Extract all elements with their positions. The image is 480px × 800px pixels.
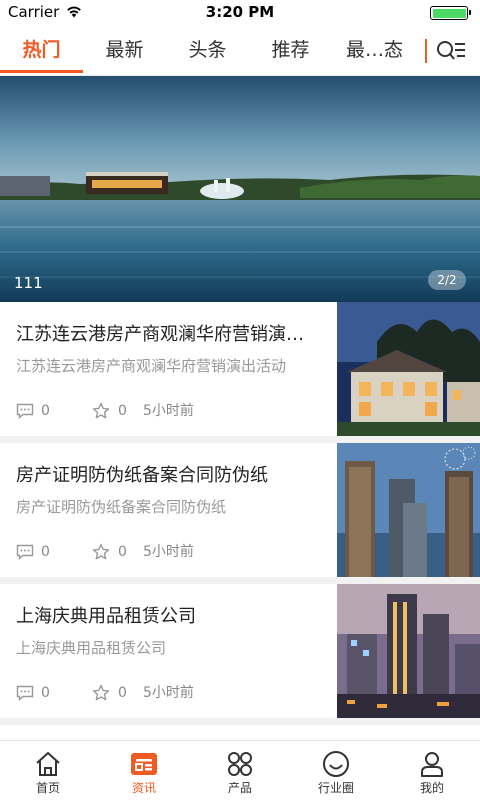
tab-divider xyxy=(425,39,427,63)
banner-caption: 111 xyxy=(14,274,43,292)
news-summary: 上海庆典用品租赁公司 xyxy=(16,639,167,657)
news-item[interactable]: 上海庆典用品租赁公司 上海庆典用品租赁公司 0 0 5小时前 xyxy=(0,584,480,718)
list-separator xyxy=(0,436,480,443)
tab-latest-news[interactable]: 最…态 xyxy=(332,26,417,76)
star-icon[interactable] xyxy=(92,402,110,420)
news-summary: 房产证明防伪纸备案合同防伪纸 xyxy=(16,498,227,516)
news-item[interactable]: 江苏连云港房产商观澜华府营销演出活动 江苏连云港房产商观澜华府营销演出活动 0 … xyxy=(0,302,480,436)
tab-recommend[interactable]: 推荐 xyxy=(249,26,332,76)
comment-icon xyxy=(16,403,34,419)
star-icon[interactable] xyxy=(92,684,110,702)
news-icon xyxy=(131,753,157,775)
active-tab-indicator xyxy=(0,70,83,73)
status-bar: Carrier 3:20 PM xyxy=(0,0,480,26)
star-icon[interactable] xyxy=(92,543,110,561)
news-item[interactable]: 房产证明防伪纸备案合同防伪纸 房产证明防伪纸备案合同防伪纸 0 0 5小时前 xyxy=(0,443,480,577)
comment-count: 0 xyxy=(41,544,50,560)
nav-profile[interactable]: 我的 xyxy=(384,741,480,800)
nav-label: 产品 xyxy=(227,781,252,795)
comment-count: 0 xyxy=(41,685,50,701)
comment-icon xyxy=(16,544,34,560)
news-thumbnail xyxy=(337,584,480,718)
search-list-icon[interactable] xyxy=(436,39,466,63)
like-count: 0 xyxy=(118,403,127,419)
like-count: 0 xyxy=(118,544,127,560)
news-title: 上海庆典用品租赁公司 xyxy=(16,606,196,627)
profile-icon xyxy=(421,752,443,777)
nav-label: 首页 xyxy=(35,781,60,795)
bottom-nav: 首页 资讯 产品 行业圈 我的 xyxy=(0,740,480,800)
news-title: 江苏连云港房产商观澜华府营销演出活动 xyxy=(16,324,321,345)
battery-icon xyxy=(430,6,471,20)
news-time: 5小时前 xyxy=(143,685,194,701)
like-count: 0 xyxy=(118,685,127,701)
products-icon xyxy=(228,752,252,776)
tab-latest[interactable]: 最新 xyxy=(83,26,166,76)
news-thumbnail xyxy=(337,302,480,436)
category-tabs: 热门 最新 头条 推荐 最…态 xyxy=(0,26,480,76)
tab-hot[interactable]: 热门 xyxy=(0,26,83,76)
news-thumbnail xyxy=(337,443,480,577)
nav-label: 我的 xyxy=(419,781,444,795)
news-time: 5小时前 xyxy=(143,403,194,419)
nav-label: 资讯 xyxy=(131,781,156,795)
nav-community[interactable]: 行业圈 xyxy=(288,741,384,800)
banner-pager: 2/2 xyxy=(428,270,466,290)
comment-count: 0 xyxy=(41,403,50,419)
comment-icon xyxy=(16,685,34,701)
news-title: 房产证明防伪纸备案合同防伪纸 xyxy=(16,465,268,486)
tab-headlines[interactable]: 头条 xyxy=(166,26,249,76)
news-time: 5小时前 xyxy=(143,544,194,560)
list-separator xyxy=(0,718,480,725)
nav-news[interactable]: 资讯 xyxy=(96,741,192,800)
community-icon xyxy=(323,751,349,777)
nav-label: 行业圈 xyxy=(317,781,354,795)
nav-home[interactable]: 首页 xyxy=(0,741,96,800)
nav-products[interactable]: 产品 xyxy=(192,741,288,800)
banner-carousel[interactable]: 111 2/2 xyxy=(0,76,480,302)
banner-image xyxy=(0,76,480,302)
home-icon xyxy=(36,752,60,776)
list-separator xyxy=(0,577,480,584)
news-summary: 江苏连云港房产商观澜华府营销演出活动 xyxy=(16,357,287,375)
status-time: 3:20 PM xyxy=(205,3,275,21)
